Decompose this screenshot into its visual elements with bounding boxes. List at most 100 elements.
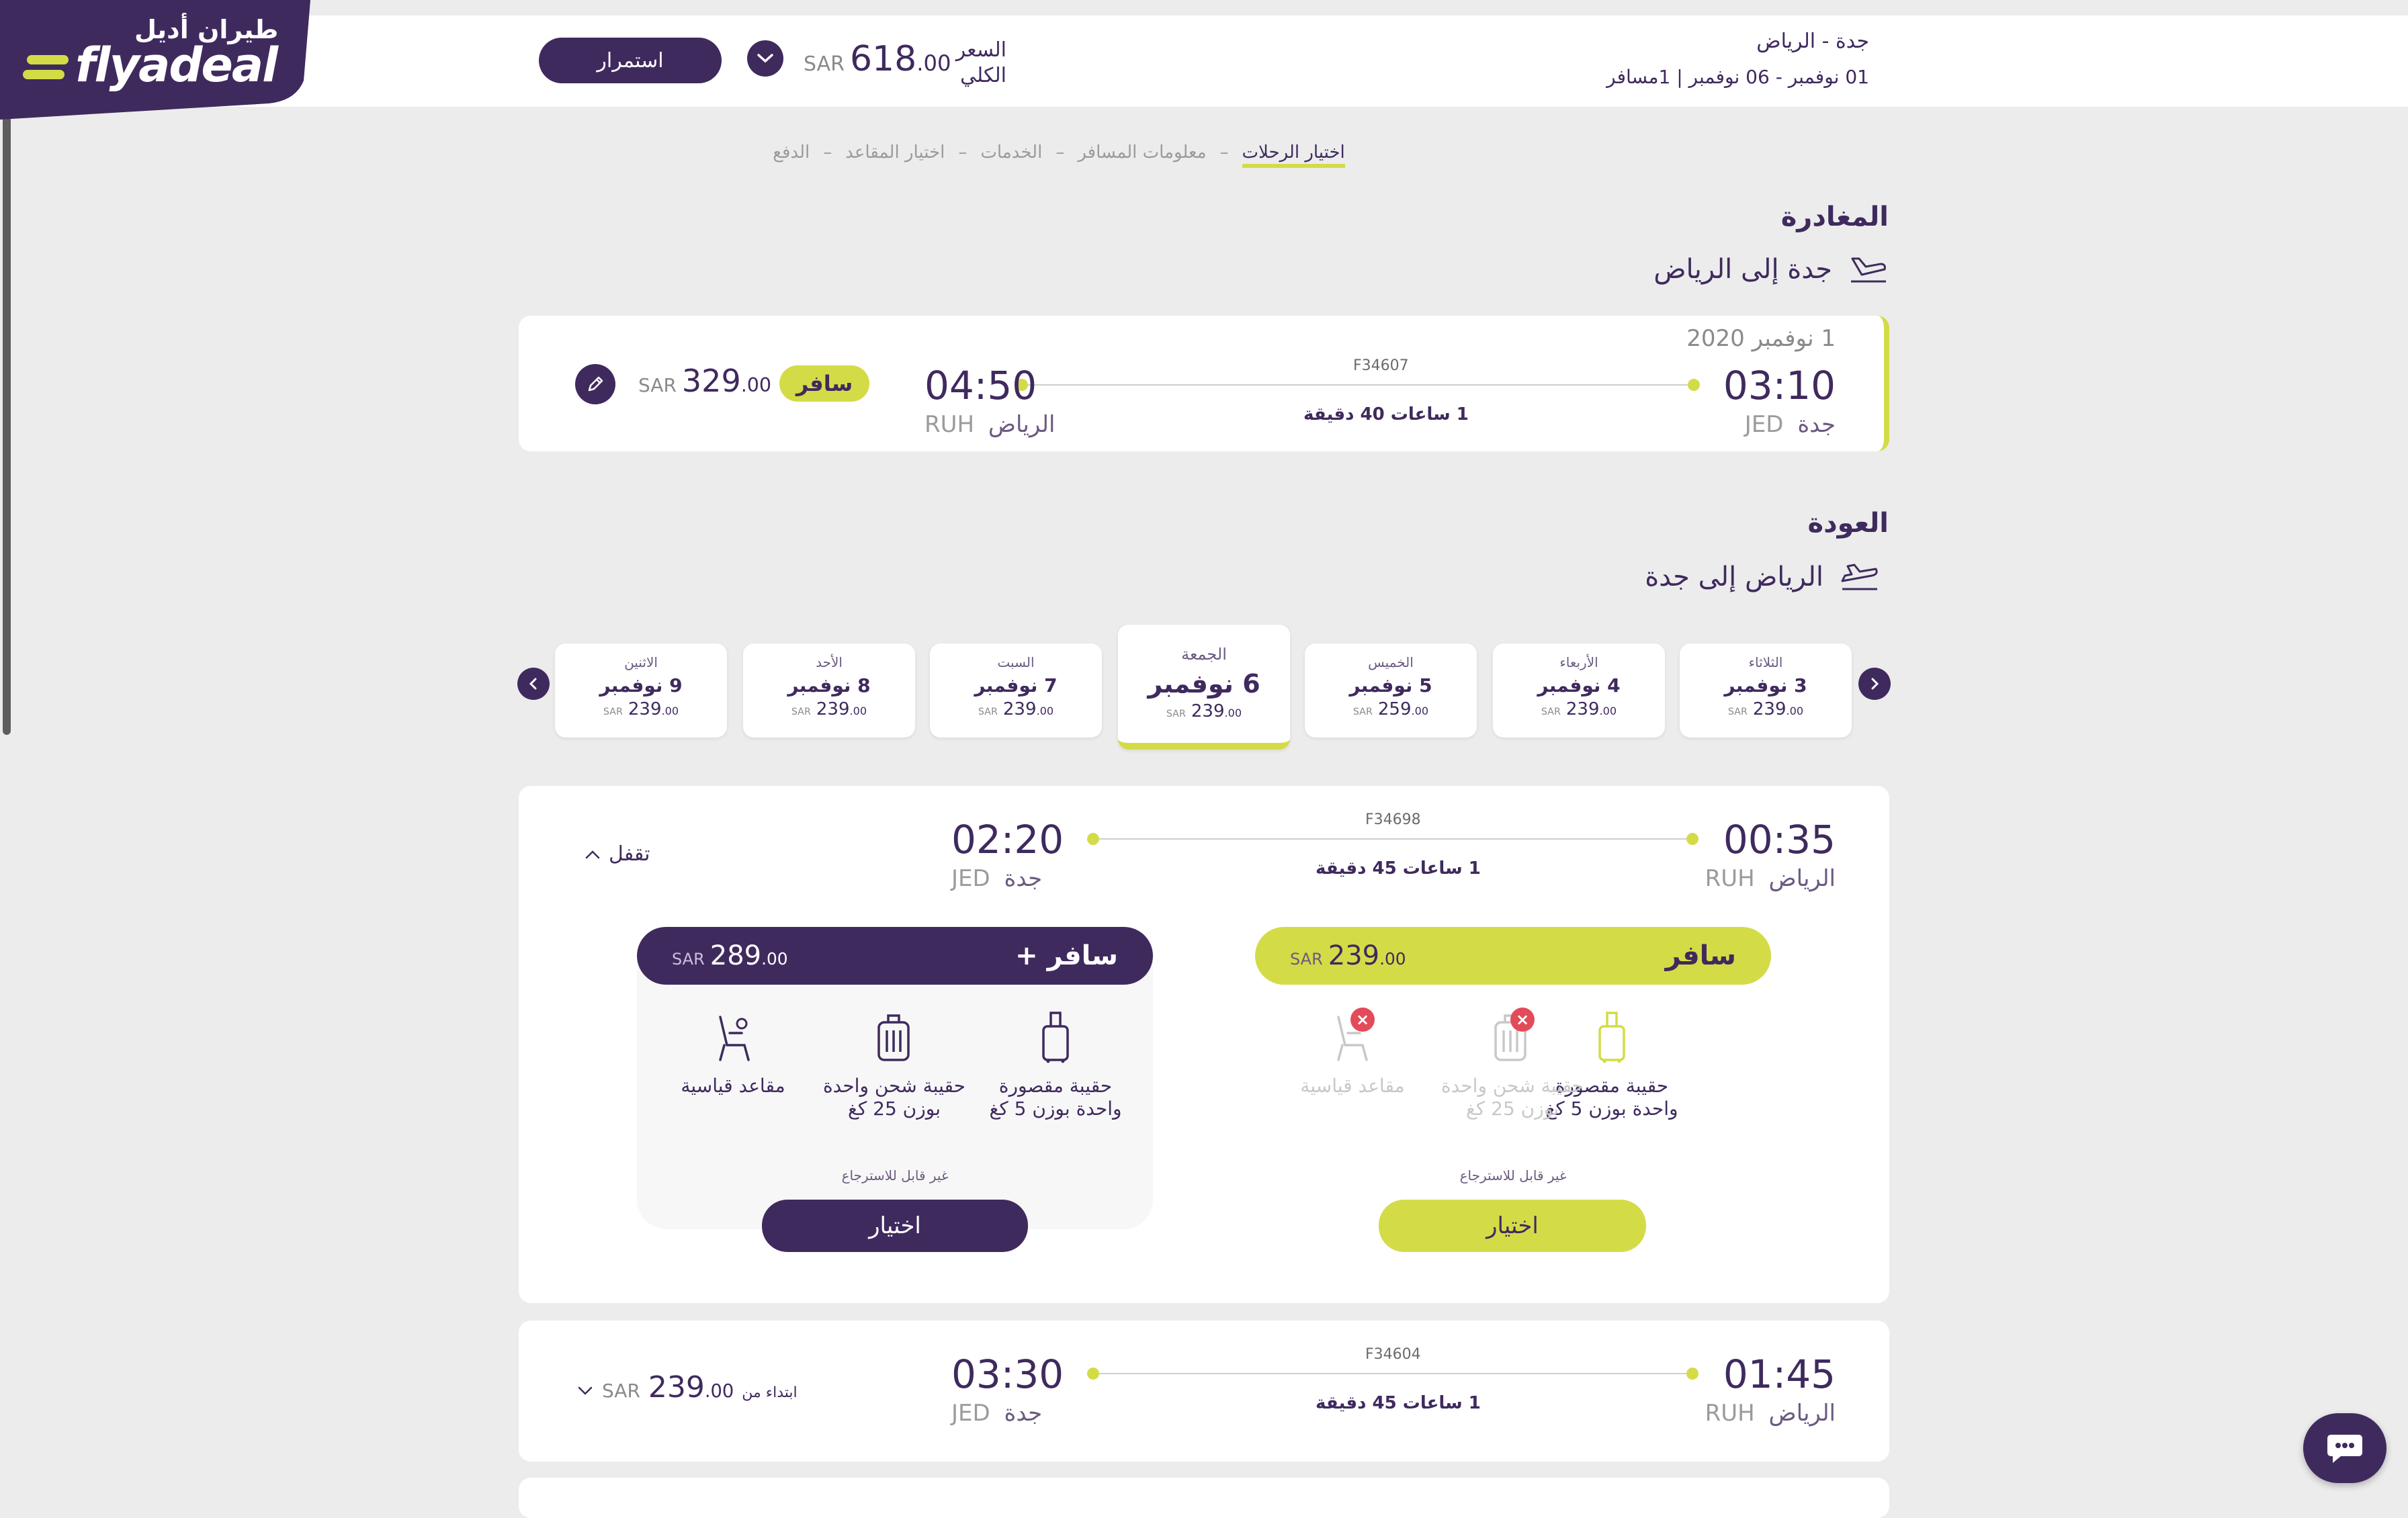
fare-plus-feature-checked-bag: حقيبة شحن واحدة بوزن 25 كغ: [822, 1075, 965, 1120]
flight1-number: F34698: [1365, 811, 1421, 828]
checked-bag-icon: [875, 1013, 912, 1067]
departure-price-int: 329: [681, 363, 741, 399]
step-passenger-info[interactable]: معلومات المسافر: [1078, 142, 1206, 168]
seat-icon: [715, 1013, 752, 1067]
departure-flight-number: F34607: [1353, 357, 1409, 374]
route-line: [1099, 838, 1686, 840]
date-card-currency: SAR: [1352, 707, 1373, 717]
date-card-price-dec: .00: [1599, 705, 1617, 717]
step-separator: –: [823, 142, 832, 163]
fare-plus-feature-seats: مقاعد قياسية: [681, 1075, 785, 1097]
step-separator: –: [1056, 142, 1065, 163]
return-route-row: الرياض إلى جدة: [1645, 562, 1880, 592]
chat-button[interactable]: [2303, 1413, 2386, 1483]
date-card-price: SAR 239.00: [978, 699, 1054, 719]
fare-plus-price-value: 289.00: [710, 940, 788, 971]
fare-basic-non-refundable: غير قابل للاسترجاع: [1459, 1167, 1567, 1184]
departure-dep-city: جدة JED: [1745, 411, 1836, 438]
date-card[interactable]: الاثنين 9 نوفمبر SAR 239.00: [555, 643, 727, 738]
departure-currency: SAR: [638, 374, 677, 396]
fare-basic-header[interactable]: سافر SAR 239.00: [1255, 927, 1771, 985]
date-card-price-value: 239.00: [1566, 699, 1617, 719]
edit-departure-button[interactable]: [575, 364, 615, 404]
flight2-price-dec: .00: [704, 1381, 734, 1402]
departure-route-title: جدة إلى الرياض: [1653, 254, 1832, 285]
step-services[interactable]: الخدمات: [980, 142, 1042, 168]
date-card-day: الخميس: [1368, 654, 1414, 670]
total-price-int: 618: [849, 39, 917, 79]
date-card[interactable]: الخميس 5 نوفمبر SAR 259.00: [1305, 643, 1477, 738]
chevron-up-icon: [585, 850, 600, 858]
flight2-price-row[interactable]: SAR 239.00 ابتداء من: [576, 1370, 798, 1404]
flight2-price-int: 239: [648, 1370, 705, 1404]
collapse-toggle[interactable]: تقفل: [585, 842, 650, 866]
date-card[interactable]: الثلاثاء 3 نوفمبر SAR 239.00: [1680, 643, 1852, 738]
logo-latin-text: flyadeal: [75, 38, 278, 93]
fare-plus-name: سافر +: [1015, 940, 1118, 971]
date-card-price-value: 239.00: [816, 699, 867, 719]
total-price-label: السعر الكلي: [956, 38, 1006, 89]
f1-arr-city-code: JED: [951, 865, 990, 892]
date-card-price-int: 259: [1377, 699, 1412, 719]
date-card-price: SAR 239.00: [603, 699, 679, 719]
date-card-currency: SAR: [1541, 707, 1561, 717]
flight2-duration: 1 ساعات 45 دقيقة: [1316, 1393, 1481, 1413]
date-card-price-value: 259.00: [1378, 699, 1428, 719]
date-card-price-int: 239: [628, 699, 662, 719]
date-card-price-dec: .00: [1036, 705, 1054, 717]
fare-basic-select-button[interactable]: اختيار: [1379, 1200, 1646, 1252]
next-flight-card[interactable]: [519, 1478, 1889, 1518]
fare-plus-price: SAR 289.00: [672, 940, 788, 971]
date-card-price-value: 239.00: [1753, 699, 1803, 719]
date-card[interactable]: الأحد 8 نوفمبر SAR 239.00: [743, 643, 915, 738]
flyadeal-logo[interactable]: طيران أديل flyadeal: [0, 0, 310, 120]
f2-dep-city-name: الرياض: [1768, 1400, 1836, 1427]
fare-plus-header[interactable]: سافر + SAR 289.00: [637, 927, 1153, 985]
route-dot-end: [1087, 833, 1099, 845]
date-card[interactable]: الأربعاء 4 نوفمبر SAR 239.00: [1493, 643, 1665, 738]
flight2-price: 239.00: [648, 1370, 734, 1404]
fare-basic-price-dec: .00: [1379, 949, 1406, 969]
fare-basic-price: SAR 239.00: [1290, 940, 1406, 971]
date-card-price: SAR 259.00: [1353, 699, 1428, 719]
flight2-arr-city: جدة JED: [951, 1400, 1042, 1427]
fare-basic-currency: SAR: [1290, 950, 1323, 969]
date-card-day: الجمعة: [1181, 645, 1227, 664]
chevron-down-icon: [757, 54, 773, 63]
fare-plus-currency: SAR: [672, 950, 705, 969]
step-seats[interactable]: اختيار المقاعد: [845, 142, 945, 168]
departure-date: 1 نوفمبر 2020: [1686, 325, 1836, 352]
fare-plus-select-button[interactable]: اختيار: [762, 1200, 1028, 1252]
route-dot-start: [1686, 833, 1698, 845]
flight1-arr-city: جدة JED: [951, 865, 1042, 892]
departure-dep-time: 03:10: [1723, 363, 1836, 408]
f2-dep-city-code: RUH: [1705, 1400, 1755, 1427]
date-card-date: 3 نوفمبر: [1724, 674, 1807, 697]
carousel-next-button[interactable]: [1858, 668, 1891, 700]
chevron-right-icon: [1871, 678, 1879, 690]
total-currency: SAR: [804, 52, 845, 76]
step-select-flights[interactable]: اختيار الرحلات: [1242, 142, 1345, 168]
flight2-currency: SAR: [602, 1380, 640, 1402]
date-card-price-value: 239.00: [628, 699, 679, 719]
flight1-dep-time: 00:35: [1723, 817, 1836, 862]
date-card-selected[interactable]: الجمعة 6 نوفمبر SAR 239.00: [1118, 625, 1290, 750]
step-payment[interactable]: الدفع: [773, 142, 810, 168]
date-card-price-dec: .00: [1224, 707, 1242, 719]
f1-arr-city-name: جدة: [1004, 865, 1043, 892]
price-details-toggle[interactable]: [747, 40, 783, 77]
route-dot-start: [1688, 379, 1700, 391]
date-card-date: 6 نوفمبر: [1148, 669, 1260, 699]
flight2-from-label: ابتداء من: [742, 1384, 798, 1401]
dep-city-name: جدة: [1797, 411, 1836, 438]
date-card-currency: SAR: [978, 707, 998, 717]
departure-price-value: 329.00: [682, 363, 771, 399]
continue-button[interactable]: استمرار: [539, 38, 722, 83]
date-card-price-dec: .00: [1786, 705, 1804, 717]
cabin-bag-icon: [1596, 1008, 1627, 1067]
carousel-prev-button[interactable]: [517, 668, 550, 700]
date-card-day: الاثنين: [624, 654, 658, 670]
date-card[interactable]: السبت 7 نوفمبر SAR 239.00: [930, 643, 1102, 738]
flight2-arr-time: 03:30: [951, 1351, 1064, 1397]
fare-plus-feature-cabin-bag: حقيبة مقصورة واحدة بوزن 5 كغ: [989, 1075, 1122, 1120]
